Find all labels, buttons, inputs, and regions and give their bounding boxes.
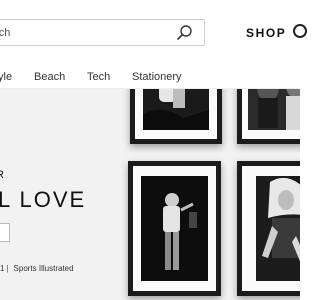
framed-print-top-right[interactable]: [237, 89, 300, 144]
photo-image: [256, 176, 300, 281]
hero-cta-button[interactable]: ›: [0, 223, 10, 242]
print-mat: [135, 89, 217, 139]
framed-print-bottom-right[interactable]: [237, 161, 300, 296]
hero-banner: R L LOVE › 1|Sports Illustrated: [0, 89, 300, 300]
hero-headline: L LOVE: [0, 187, 87, 212]
hero-meta-left: 1: [0, 264, 5, 273]
photo-image: [141, 176, 208, 281]
nav-item-tech[interactable]: Tech: [87, 71, 110, 83]
search-input[interactable]: [0, 20, 165, 45]
shop-link[interactable]: SHOP: [246, 26, 286, 40]
photo-image: [248, 89, 300, 130]
print-photo: [143, 89, 209, 130]
print-photo: [248, 89, 300, 130]
circle-icon[interactable]: [293, 24, 307, 38]
print-mat: [133, 166, 216, 291]
print-photo: [141, 176, 208, 281]
hero-meta: 1 | Sports Illustrated: [0, 264, 74, 273]
search-icon[interactable]: [176, 24, 194, 42]
nav-item-stationery[interactable]: Stationery: [132, 71, 182, 83]
site-header: SHOP: [0, 0, 307, 64]
print-mat: [242, 89, 300, 139]
category-nav: yle Beach Tech Stationery: [0, 64, 300, 89]
print-mat: [242, 166, 300, 291]
framed-print-top-left[interactable]: [130, 89, 222, 144]
framed-print-bottom-left[interactable]: [128, 161, 221, 296]
search-box[interactable]: [0, 19, 205, 46]
print-photo: [256, 176, 300, 281]
hero-kicker: R: [0, 169, 6, 181]
nav-item-style[interactable]: yle: [0, 71, 12, 83]
hero-meta-source[interactable]: Sports Illustrated: [14, 264, 74, 273]
nav-item-beach[interactable]: Beach: [34, 71, 65, 83]
photo-image: [143, 89, 209, 130]
